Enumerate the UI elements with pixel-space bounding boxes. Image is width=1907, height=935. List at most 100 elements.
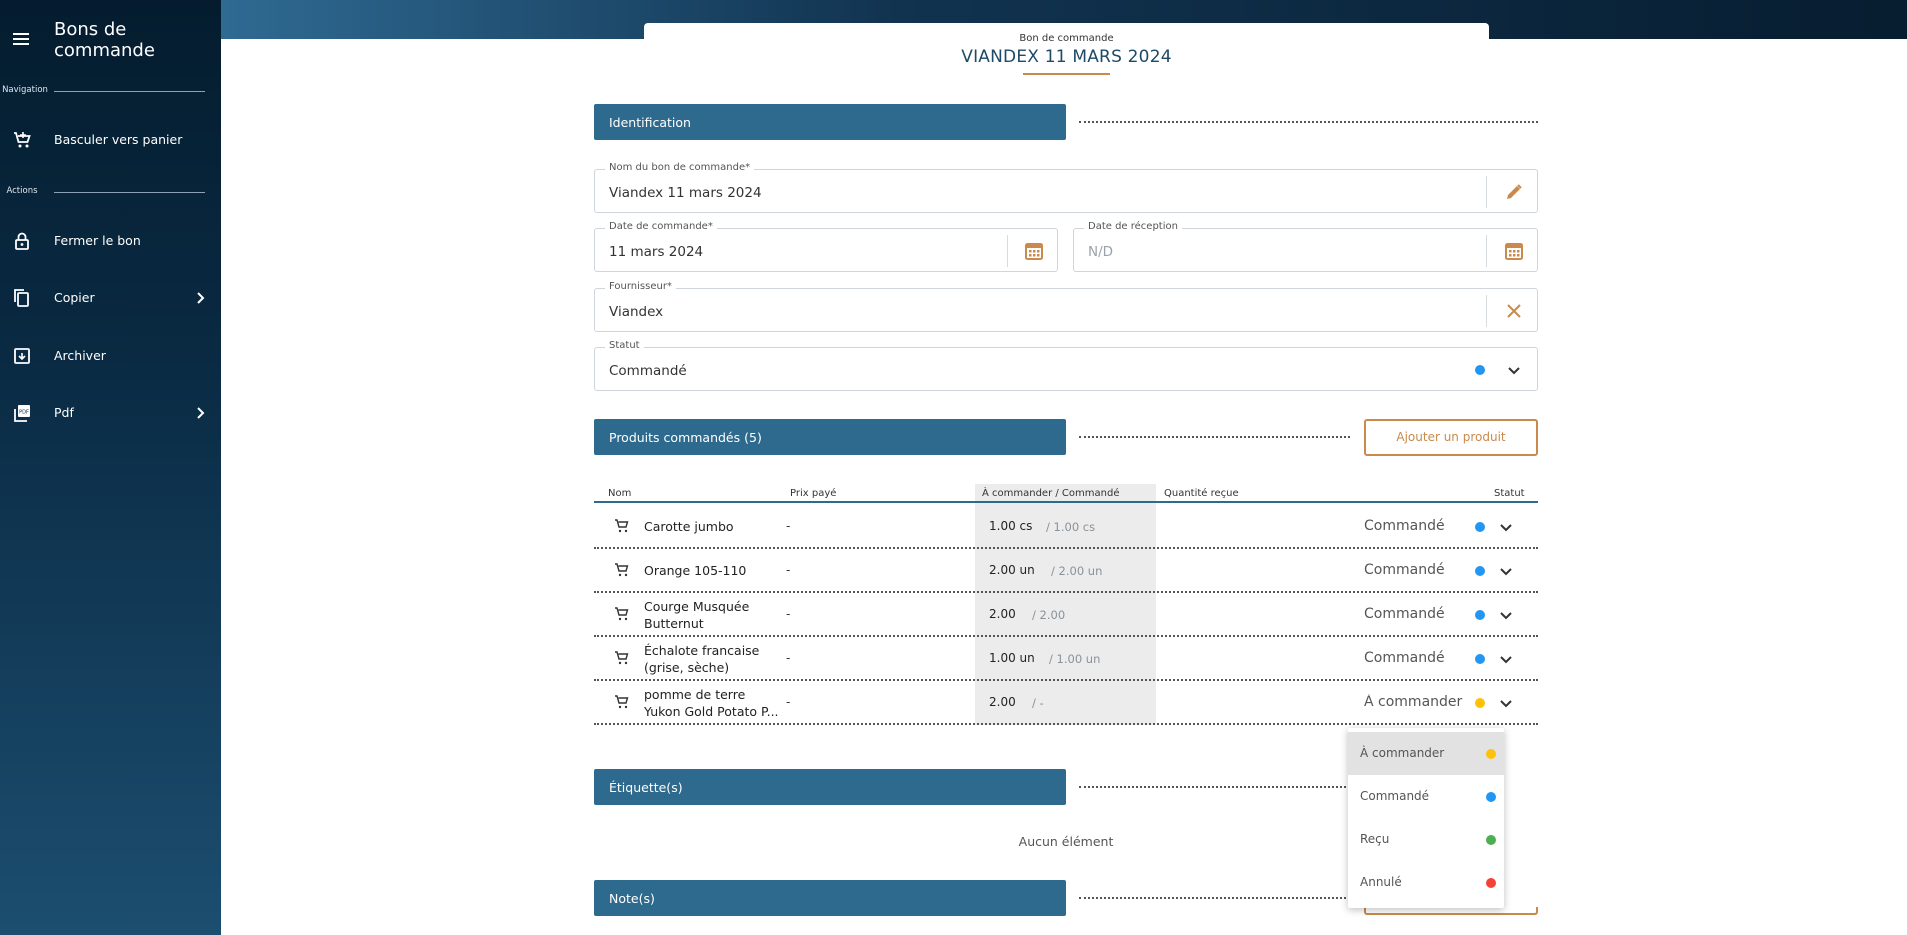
cart-plus-icon [14, 132, 31, 148]
chevron-down-icon[interactable] [1497, 694, 1515, 712]
table-header: Nom Prix payé À commander / Commandé Qua… [594, 484, 1538, 503]
product-name: Courge Musquée Butternut [644, 599, 750, 631]
field-separator [1486, 295, 1487, 327]
edit-icon[interactable] [1503, 181, 1525, 203]
sidebar-title: Bons de commande [54, 19, 155, 61]
sidebar-item-label: Fermer le bon [54, 233, 141, 248]
calendar-icon[interactable] [1503, 240, 1525, 262]
product-status[interactable]: Commandé [1364, 562, 1464, 578]
sidebar-item-archiver[interactable]: Archiver [0, 336, 221, 376]
status-dot [1486, 749, 1496, 759]
status-value: Commandé [609, 363, 687, 379]
status-dot [1486, 878, 1496, 888]
product-qty[interactable]: 1.00 cs [989, 519, 1032, 533]
product-qty[interactable]: 1.00 un [989, 651, 1035, 665]
field-separator [1486, 235, 1487, 267]
sidebar-item-fermer[interactable]: Fermer le bon [0, 221, 221, 261]
product-qty[interactable]: 2.00 [989, 607, 1016, 621]
name-field-value: Viandex 11 mars 2024 [609, 185, 762, 201]
dropdown-option-annule[interactable]: Annulé [1348, 861, 1504, 904]
sidebar: Bons de commande Navigation Basculer ver… [0, 0, 221, 935]
product-price: - [786, 651, 791, 665]
chevron-down-icon[interactable] [1497, 562, 1515, 580]
sidebar-item-basculer-panier[interactable]: Basculer vers panier [0, 120, 221, 160]
dotted-divider [1079, 897, 1350, 899]
dropdown-option-recu[interactable]: Reçu [1348, 818, 1504, 861]
status-dot [1486, 835, 1496, 845]
divider [54, 192, 205, 193]
table-row[interactable]: Courge Musquée Butternut - 2.00 / 2.00 C… [594, 593, 1538, 637]
sidebar-item-label: Copier [54, 290, 95, 305]
product-status[interactable]: Commandé [1364, 650, 1464, 666]
status-dot [1475, 522, 1485, 532]
close-icon[interactable] [1503, 300, 1525, 322]
lock-icon [15, 232, 29, 250]
status-dot [1475, 610, 1485, 620]
order-date-label: Date de commande* [605, 221, 717, 232]
product-name: Orange 105-110 [644, 563, 747, 578]
reception-date-label: Date de réception [1084, 221, 1182, 232]
sidebar-item-pdf[interactable]: PDF Pdf [0, 393, 221, 433]
chevron-right-icon [197, 407, 205, 419]
calendar-icon[interactable] [1023, 240, 1045, 262]
sidebar-item-copier[interactable]: Copier [0, 278, 221, 318]
product-price: - [786, 607, 791, 621]
sidebar-item-label: Archiver [54, 348, 106, 363]
sidebar-item-label: Pdf [54, 405, 74, 420]
table-row[interactable]: Orange 105-110 - 2.00 un / 2.00 un Comma… [594, 549, 1538, 593]
menu-icon[interactable] [12, 30, 32, 48]
table-row[interactable]: pomme de terre Yukon Gold Potato P... - … [594, 681, 1538, 725]
product-qty[interactable]: 2.00 un [989, 563, 1035, 577]
chevron-down-icon[interactable] [1497, 650, 1515, 668]
status-dot [1475, 654, 1485, 664]
col-order[interactable]: À commander / Commandé [982, 488, 1119, 499]
status-field[interactable]: Statut Commandé [594, 340, 1538, 391]
dropdown-option-label: Annulé [1360, 875, 1402, 889]
field-separator [1486, 176, 1487, 208]
supplier-field[interactable]: Fournisseur* Viandex [594, 281, 1538, 332]
section-navigation-label: Navigation [2, 85, 48, 95]
pdf-icon: PDF [14, 405, 30, 422]
dotted-divider [1079, 436, 1350, 438]
table-row[interactable]: Échalote francaise (grise, sèche) - 1.00… [594, 637, 1538, 681]
dropdown-option-label: Commandé [1360, 789, 1430, 803]
product-status[interactable]: Commandé [1364, 518, 1464, 534]
col-price[interactable]: Prix payé [790, 488, 836, 499]
cart-icon [615, 651, 629, 665]
page-subtitle: Bon de commande [1019, 33, 1114, 44]
section-labels: Étiquette(s) [594, 769, 1066, 805]
chevron-down-icon[interactable] [1503, 359, 1525, 381]
page-title: VIANDEX 11 MARS 2024 [961, 47, 1172, 67]
dotted-divider [1079, 786, 1350, 788]
section-actions-label: Actions [6, 186, 38, 196]
svg-text:PDF: PDF [19, 410, 29, 416]
product-ordered: / 2.00 un [1051, 564, 1103, 578]
name-field[interactable]: Nom du bon de commande* Viandex 11 mars … [594, 162, 1538, 213]
field-separator [1007, 235, 1008, 267]
dropdown-option-commande[interactable]: Commandé [1348, 775, 1504, 818]
col-received[interactable]: Quantité reçue [1164, 488, 1239, 499]
chevron-down-icon[interactable] [1497, 518, 1515, 536]
copy-icon [14, 289, 29, 307]
product-price: - [786, 519, 791, 533]
reception-date-field[interactable]: Date de réception N/D [1073, 221, 1538, 272]
product-name: pomme de terre Yukon Gold Potato P... [644, 687, 779, 719]
chevron-down-icon[interactable] [1497, 606, 1515, 624]
col-status[interactable]: Statut [1494, 488, 1525, 499]
cart-icon [615, 695, 629, 709]
product-name: Carotte jumbo [644, 519, 734, 534]
dropdown-option-a-commander[interactable]: À commander [1348, 732, 1504, 775]
product-status[interactable]: Commandé [1364, 606, 1464, 622]
table-row[interactable]: Carotte jumbo - 1.00 cs / 1.00 cs Comman… [594, 505, 1538, 549]
sidebar-header: Bons de commande [0, 0, 221, 80]
product-price: - [786, 695, 791, 709]
product-qty[interactable]: 2.00 [989, 695, 1016, 709]
status-dot [1475, 566, 1485, 576]
order-date-field[interactable]: Date de commande* 11 mars 2024 [594, 221, 1058, 272]
product-name: Échalote francaise (grise, sèche) [644, 643, 760, 675]
col-name[interactable]: Nom [608, 488, 631, 499]
section-actions: Actions [0, 186, 221, 200]
add-product-button[interactable]: Ajouter un produit [1364, 419, 1538, 456]
product-status[interactable]: À commander [1364, 694, 1464, 710]
notes-add-button-edge[interactable] [1364, 907, 1538, 915]
